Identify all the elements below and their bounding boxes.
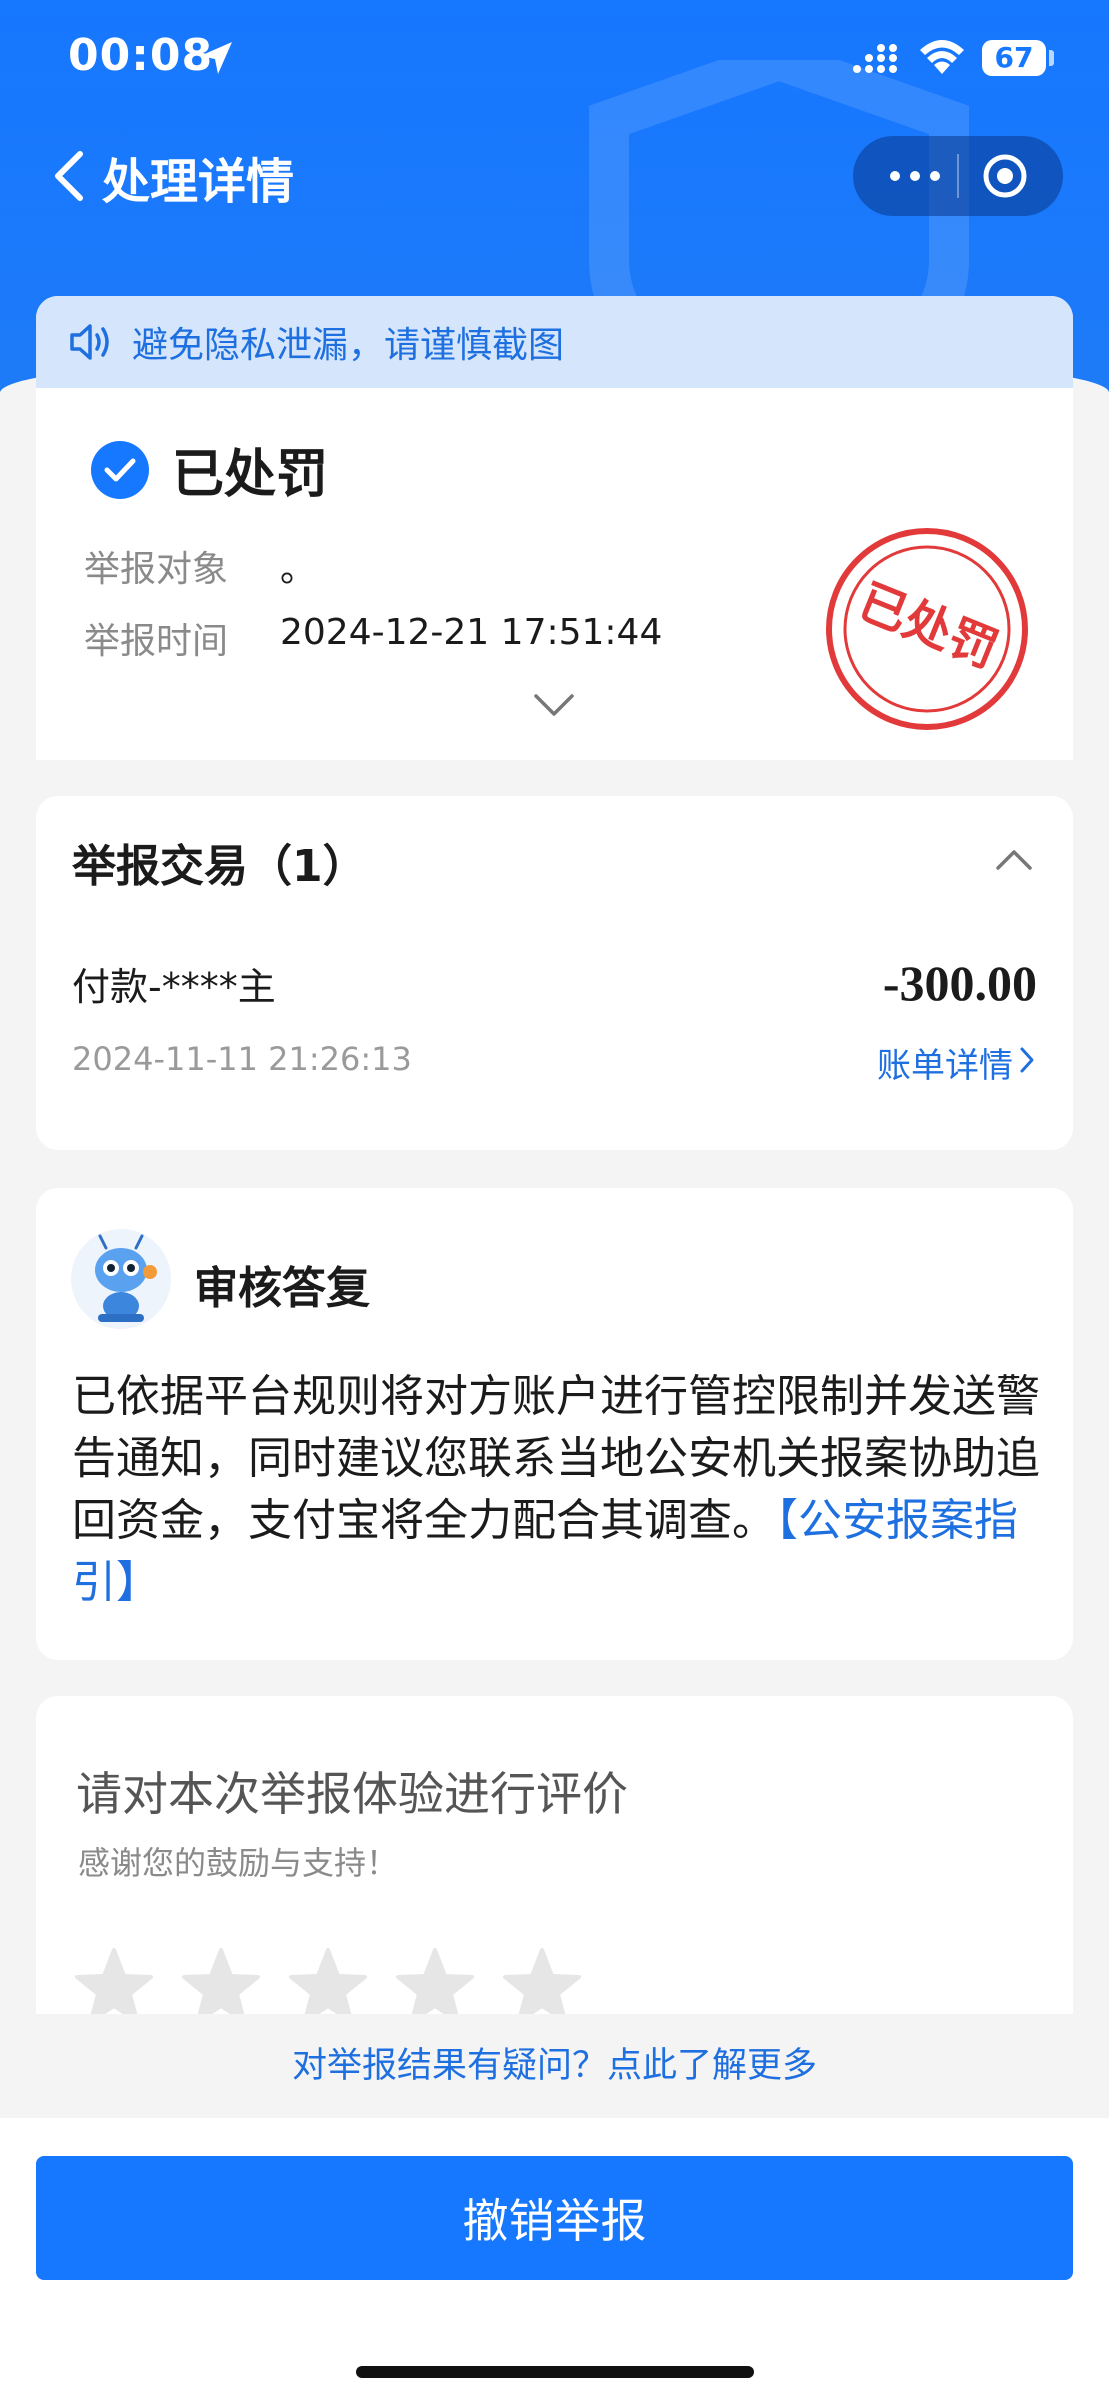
home-indicator <box>356 2366 754 2378</box>
status-time: 00:08 <box>68 30 214 81</box>
star-icon[interactable] <box>181 1946 261 2016</box>
star-icon[interactable] <box>74 1946 154 2016</box>
capsule-divider <box>957 154 959 198</box>
privacy-notice: 避免隐私泄漏，请谨慎截图 <box>36 296 1073 388</box>
report-time-row: 举报时间 2024-12-21 17:51:44 <box>84 612 662 664</box>
battery-indicator: 67 <box>982 40 1046 76</box>
robot-avatar-icon <box>71 1229 171 1329</box>
rating-card: 请对本次举报体验进行评价 感谢您的鼓励与支持！ <box>36 1696 1073 2016</box>
chevron-right-icon[interactable] <box>1019 1046 1035 1074</box>
location-arrow-icon <box>200 42 232 74</box>
report-target-value: 。 <box>280 549 317 590</box>
bill-detail-link[interactable]: 账单详情 <box>877 1038 1013 1087</box>
wifi-icon <box>920 40 964 74</box>
back-arrow-icon[interactable] <box>50 148 90 204</box>
star-icon[interactable] <box>288 1946 368 2016</box>
transaction-section-title: 举报交易（1） <box>72 841 367 892</box>
cellular-signal-icon <box>853 44 897 73</box>
transaction-name: 付款-****主 <box>72 965 276 1009</box>
speaker-icon <box>70 324 109 360</box>
star-icon[interactable] <box>395 1946 475 2016</box>
review-title: 审核答复 <box>194 1263 370 1314</box>
miniapp-capsule <box>853 136 1063 216</box>
review-reply-card: 审核答复 已依据平台规则将对方账户进行管控限制并发送警告通知，同时建议您联系当地… <box>36 1188 1073 1660</box>
chevron-down-icon[interactable] <box>532 692 576 718</box>
cancel-report-button[interactable]: 撤销举报 <box>36 2156 1073 2280</box>
report-time-label: 举报时间 <box>84 621 229 662</box>
transaction-card: 举报交易（1） 付款-****主 -300.00 2024-11-11 21:2… <box>36 796 1073 1150</box>
privacy-notice-text: 避免隐私泄漏，请谨慎截图 <box>132 325 565 366</box>
battery-tip <box>1049 50 1054 66</box>
review-body: 已依据平台规则将对方账户进行管控限制并发送警告通知，同时建议您联系当地公安机关报… <box>72 1366 1042 1614</box>
transaction-time: 2024-11-11 21:26:13 <box>72 1040 412 1078</box>
rating-title: 请对本次举报体验进行评价 <box>76 1767 628 1821</box>
more-icon[interactable] <box>885 158 945 194</box>
transaction-amount: -300.00 <box>882 955 1037 1011</box>
status-card: 避免隐私泄漏，请谨慎截图 已处罚 举报对象 。 举报时间 2024-12-21 … <box>36 296 1073 760</box>
result-question-link[interactable]: 对举报结果有疑问？点此了解更多 <box>0 2014 1109 2118</box>
bottom-action-bar: 撤销举报 <box>0 2118 1109 2400</box>
report-target-label: 举报对象 <box>84 549 229 590</box>
page-title: 处理详情 <box>102 154 295 210</box>
star-rating <box>74 1946 609 2016</box>
check-circle-icon <box>91 440 149 499</box>
status-heading: 已处罚 <box>90 432 328 507</box>
status-bar: 00:08 67 <box>0 0 1109 120</box>
status-text: 已处罚 <box>172 445 329 505</box>
stamp-text: 已处罚 <box>851 573 1006 679</box>
chevron-up-icon[interactable] <box>994 848 1034 872</box>
close-miniapp-icon[interactable] <box>981 152 1029 200</box>
star-icon[interactable] <box>502 1946 582 2016</box>
rating-subtitle: 感谢您的鼓励与支持！ <box>78 1844 399 1882</box>
report-target-row: 举报对象 。 <box>84 540 316 592</box>
report-time-value: 2024-12-21 17:51:44 <box>280 612 663 653</box>
penalized-stamp: 已处罚 <box>826 528 1028 730</box>
